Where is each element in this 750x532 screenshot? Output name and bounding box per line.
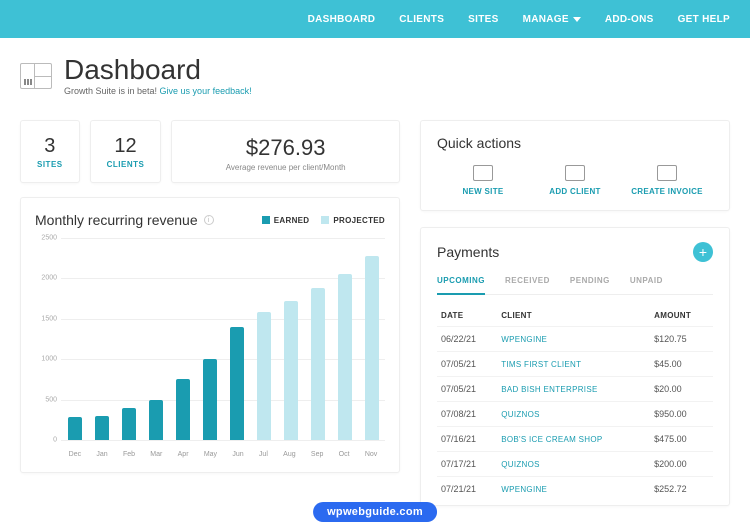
cell-amount: $950.00 (650, 402, 713, 427)
page-title: Dashboard (64, 56, 252, 84)
table-row: 07/17/21QUIZNOS$200.00 (437, 452, 713, 477)
nav-clients[interactable]: CLIENTS (399, 14, 444, 25)
add-payment-button[interactable]: + (693, 242, 713, 262)
x-label: Jan (96, 451, 107, 458)
bar (284, 301, 298, 440)
feedback-link[interactable]: Give us your feedback! (160, 86, 252, 96)
cell-client[interactable]: QUIZNOS (497, 402, 650, 427)
stat-sites[interactable]: 3 SITES (20, 120, 80, 183)
dashboard-icon (20, 63, 52, 89)
stat-clients[interactable]: 12 CLIENTS (90, 120, 162, 183)
cell-client[interactable]: QUIZNOS (497, 452, 650, 477)
cell-date: 07/05/21 (437, 352, 497, 377)
col-client: CLIENT (497, 305, 650, 327)
x-label: Jul (259, 451, 268, 458)
chevron-down-icon (573, 17, 581, 22)
payments-tabs: UPCOMING RECEIVED PENDING UNPAID (437, 276, 713, 295)
cell-amount: $252.72 (650, 477, 713, 502)
x-label: Oct (339, 451, 350, 458)
table-row: 06/22/21WPENGINE$120.75 (437, 327, 713, 352)
x-label: May (204, 451, 217, 458)
table-row: 07/16/21BOB'S ICE CREAM SHOP$475.00 (437, 427, 713, 452)
quick-actions-title: Quick actions (437, 135, 713, 151)
table-row: 07/21/21WPENGINE$252.72 (437, 477, 713, 502)
new-site-button[interactable]: NEW SITE (437, 165, 529, 196)
bar (95, 416, 109, 440)
cell-client[interactable]: WPENGINE (497, 327, 650, 352)
payments-card: Payments + UPCOMING RECEIVED PENDING UNPAID… (420, 227, 730, 506)
nav-dashboard[interactable]: DASHBOARD (308, 14, 376, 25)
bar (68, 417, 82, 440)
cell-client[interactable]: TIMS FIRST CLIENT (497, 352, 650, 377)
earned-swatch (262, 216, 270, 224)
cell-amount: $475.00 (650, 427, 713, 452)
bar (257, 312, 271, 440)
cell-date: 07/05/21 (437, 377, 497, 402)
bar (338, 274, 352, 440)
x-label: Mar (150, 451, 162, 458)
tab-pending[interactable]: PENDING (570, 276, 610, 294)
cell-amount: $120.75 (650, 327, 713, 352)
cell-client[interactable]: WPENGINE (497, 477, 650, 502)
info-icon[interactable]: i (204, 215, 214, 225)
invoice-icon (657, 165, 677, 181)
nav-addons[interactable]: ADD-ONS (605, 14, 654, 25)
cell-amount: $20.00 (650, 377, 713, 402)
payments-table: DATE CLIENT AMOUNT 06/22/21WPENGINE$120.… (437, 305, 713, 501)
col-amount: AMOUNT (650, 305, 713, 327)
x-label: Feb (123, 451, 135, 458)
cell-amount: $200.00 (650, 452, 713, 477)
nav-manage[interactable]: MANAGE (523, 14, 581, 25)
cell-amount: $45.00 (650, 352, 713, 377)
x-label: Sep (311, 451, 323, 458)
table-row: 07/08/21QUIZNOS$950.00 (437, 402, 713, 427)
quick-actions-card: Quick actions NEW SITE ADD CLIENT CREATE… (420, 120, 730, 211)
client-icon (565, 165, 585, 181)
chart-title: Monthly recurring revenue i (35, 212, 214, 228)
x-label: Aug (283, 451, 295, 458)
bar (203, 359, 217, 440)
top-nav: DASHBOARD CLIENTS SITES MANAGE ADD-ONS G… (0, 0, 750, 38)
create-invoice-button[interactable]: CREATE INVOICE (621, 165, 713, 196)
revenue-chart: DecJanFebMarAprMayJunJulAugSepOctNov 050… (35, 238, 385, 458)
add-client-button[interactable]: ADD CLIENT (529, 165, 621, 196)
tab-unpaid[interactable]: UNPAID (630, 276, 663, 294)
chart-legend: EARNED PROJECTED (262, 216, 385, 225)
nav-sites[interactable]: SITES (468, 14, 498, 25)
cell-date: 06/22/21 (437, 327, 497, 352)
cell-client[interactable]: BOB'S ICE CREAM SHOP (497, 427, 650, 452)
bar (122, 408, 136, 440)
watermark-badge: wpwebguide.com (313, 502, 437, 522)
tab-upcoming[interactable]: UPCOMING (437, 276, 485, 295)
bar (311, 288, 325, 440)
cell-date: 07/21/21 (437, 477, 497, 502)
revenue-chart-card: Monthly recurring revenue i EARNED PROJE… (20, 197, 400, 473)
bar (176, 379, 190, 440)
nav-gethelp[interactable]: GET HELP (678, 14, 730, 25)
table-row: 07/05/21BAD BISH ENTERPRISE$20.00 (437, 377, 713, 402)
stat-revenue: $276.93 Average revenue per client/Month (171, 120, 400, 183)
page-header: Dashboard Growth Suite is in beta! Give … (20, 56, 730, 96)
table-row: 07/05/21TIMS FIRST CLIENT$45.00 (437, 352, 713, 377)
x-label: Dec (69, 451, 81, 458)
cell-client[interactable]: BAD BISH ENTERPRISE (497, 377, 650, 402)
cell-date: 07/08/21 (437, 402, 497, 427)
x-label: Apr (178, 451, 189, 458)
bar (149, 400, 163, 440)
cell-date: 07/16/21 (437, 427, 497, 452)
payments-title: Payments (437, 244, 499, 260)
x-label: Nov (365, 451, 377, 458)
cell-date: 07/17/21 (437, 452, 497, 477)
projected-swatch (321, 216, 329, 224)
page-subtitle: Growth Suite is in beta! Give us your fe… (64, 86, 252, 96)
bar (230, 327, 244, 440)
bar (365, 256, 379, 440)
x-label: Jun (232, 451, 243, 458)
tab-received[interactable]: RECEIVED (505, 276, 550, 294)
col-date: DATE (437, 305, 497, 327)
site-icon (473, 165, 493, 181)
